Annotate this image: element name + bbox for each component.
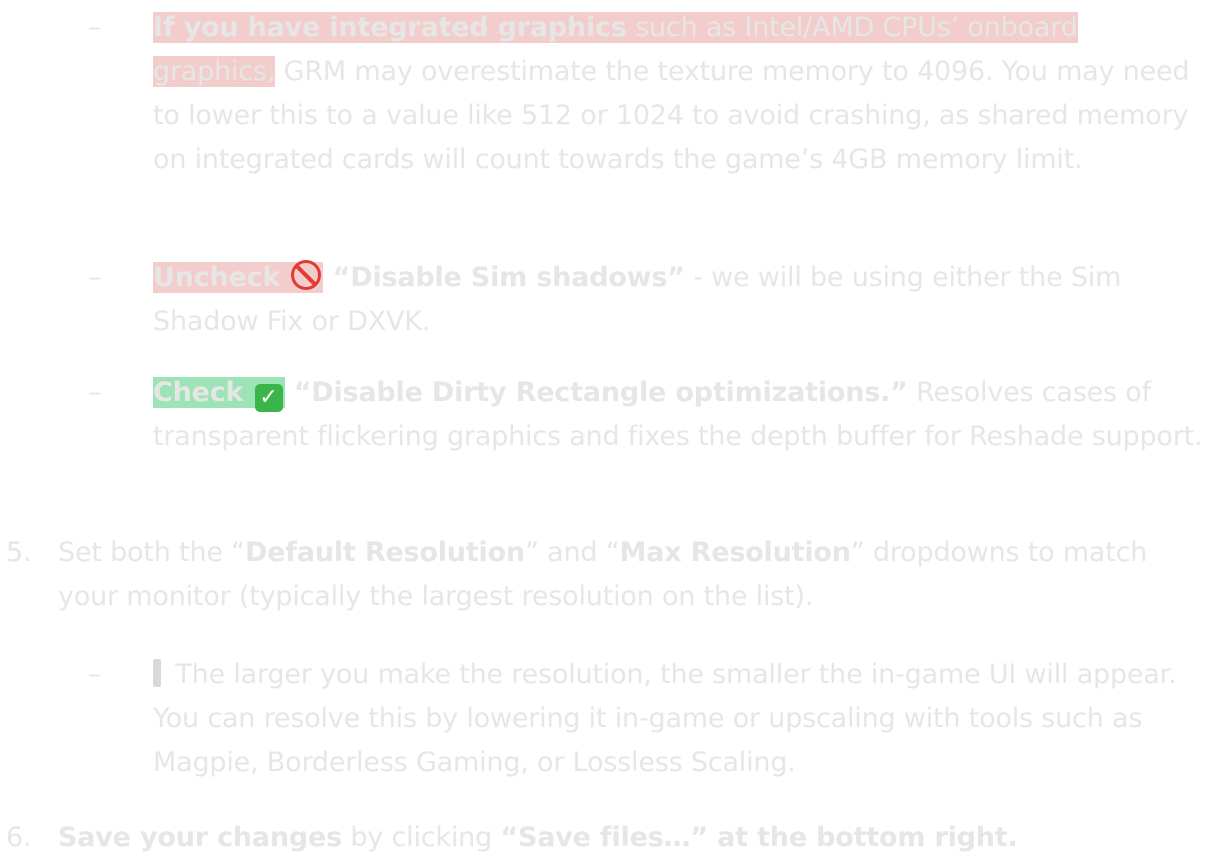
highlight-red: graphics, bbox=[153, 56, 276, 87]
list-dash: – bbox=[88, 262, 102, 293]
step-number: 6. bbox=[6, 822, 32, 853]
list-dash: – bbox=[88, 377, 102, 408]
check-highlight: Check ✓ bbox=[153, 377, 285, 412]
check-mark-icon: ✓ bbox=[254, 384, 283, 412]
save-step: Save your changes by clicking “Save file… bbox=[58, 822, 1018, 853]
sim-shadows-note: Uncheck “Disable Sim shadows” - we will … bbox=[153, 260, 1122, 337]
dirty-rectangle-note: Check ✓ “Disable Dirty Rectangle optimiz… bbox=[153, 377, 1203, 452]
resolution-step: Set both the “Default Resolution” and “M… bbox=[58, 537, 1148, 612]
integrated-graphics-note: If you have integrated graphics such as … bbox=[153, 12, 1190, 175]
step-number: 5. bbox=[6, 537, 32, 568]
prohibited-icon bbox=[291, 260, 322, 290]
list-dash: – bbox=[88, 12, 102, 43]
resolution-warning-note: The larger you make the resolution, the … bbox=[153, 659, 1177, 778]
highlight-red: If you have integrated graphics such as … bbox=[153, 12, 1078, 43]
list-dash: – bbox=[88, 659, 102, 690]
warning-icon bbox=[153, 659, 161, 687]
uncheck-highlight: Uncheck bbox=[153, 260, 324, 293]
